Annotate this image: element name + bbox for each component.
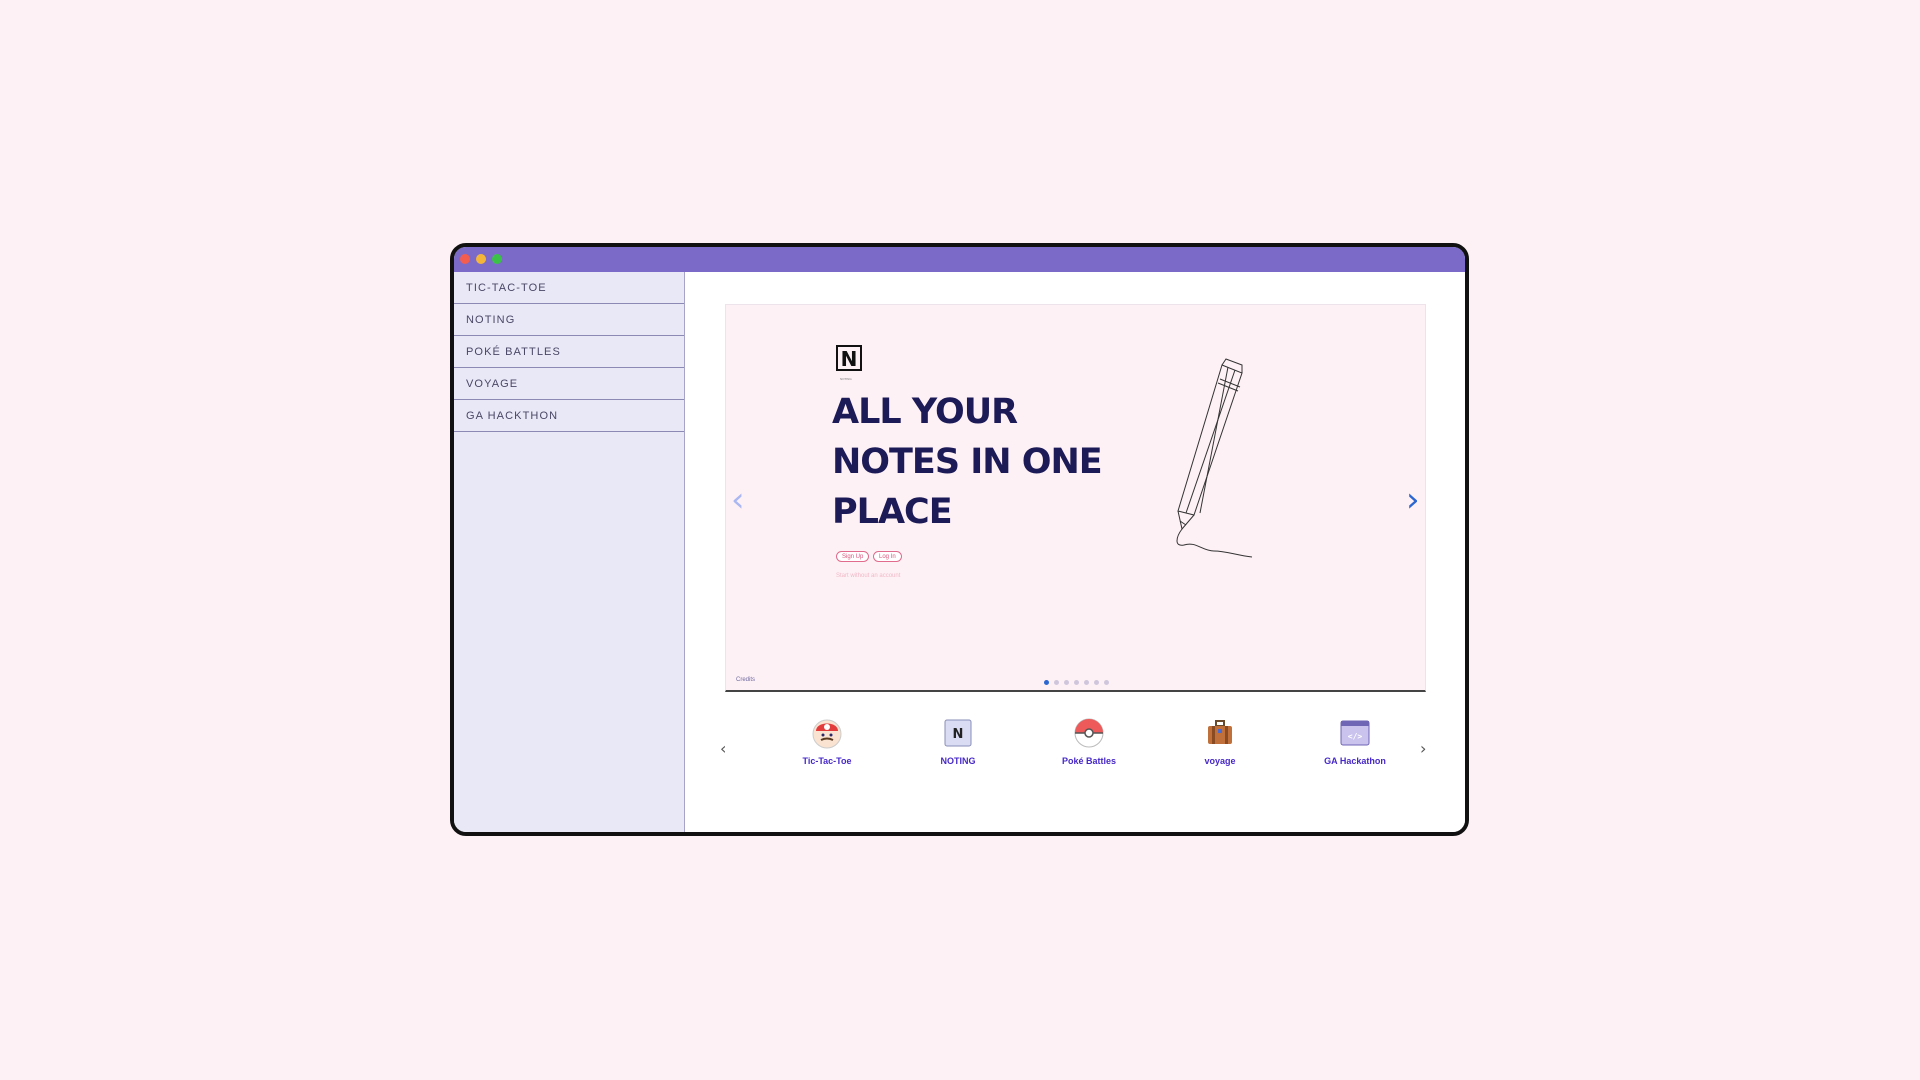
app-window: TIC-TAC-TOE NOTING POKÉ BATTLES VOYAGE G… — [450, 243, 1469, 836]
svg-text:</>: </> — [1348, 732, 1363, 741]
close-window-button[interactable] — [460, 254, 470, 264]
sign-up-button[interactable]: Sign Up — [836, 551, 870, 562]
maximize-window-button[interactable] — [492, 254, 502, 264]
carousel-next-arrow-icon[interactable]: › — [1406, 483, 1420, 517]
noting-n-icon: N — [944, 719, 972, 747]
project-voyage[interactable]: voyage — [1178, 717, 1262, 767]
strip-next-arrow-icon[interactable]: › — [1420, 739, 1426, 758]
pencil-sketch-icon — [1176, 358, 1253, 558]
carousel-indicator-dot[interactable] — [1084, 680, 1089, 685]
credits-link[interactable]: Credits — [736, 677, 755, 683]
sidebar-item-voyage[interactable]: VOYAGE — [454, 368, 684, 400]
project-label: Tic-Tac-Toe — [802, 756, 852, 766]
hero-carousel: N NOTING ALL YOUR NOTES IN ONE PLACE Sig… — [725, 304, 1426, 692]
project-label: NOTING — [940, 756, 976, 766]
project-noting[interactable]: N NOTING — [916, 717, 1000, 767]
title-bar — [454, 247, 1465, 272]
project-label: voyage — [1204, 756, 1236, 766]
minimize-window-button[interactable] — [476, 254, 486, 264]
carousel-indicator-dot[interactable] — [1044, 680, 1049, 685]
main-content: N NOTING ALL YOUR NOTES IN ONE PLACE Sig… — [685, 272, 1465, 832]
carousel-indicator-dot[interactable] — [1104, 680, 1109, 685]
mario-icon — [812, 719, 842, 749]
project-tic-tac-toe[interactable]: Tic-Tac-Toe — [785, 717, 869, 767]
carousel-indicator-dot[interactable] — [1094, 680, 1099, 685]
pokeball-icon — [1074, 718, 1104, 748]
carousel-indicator-dot[interactable] — [1054, 680, 1059, 685]
hero-headline: ALL YOUR NOTES IN ONE PLACE — [832, 392, 1103, 532]
sidebar-item-tic-tac-toe[interactable]: TIC-TAC-TOE — [454, 272, 684, 304]
project-label: GA Hackathon — [1324, 756, 1386, 766]
strip-prev-arrow-icon[interactable]: ‹ — [720, 739, 726, 758]
sidebar-item-noting[interactable]: NOTING — [454, 304, 684, 336]
sidebar-item-poke-battles[interactable]: POKÉ BATTLES — [454, 336, 684, 368]
code-window-icon: </> — [1340, 720, 1370, 746]
carousel-indicators — [1044, 680, 1114, 686]
carousel-indicator-dot[interactable] — [1064, 680, 1069, 685]
project-label: Poké Battles — [1061, 756, 1117, 766]
project-strip: ‹ Tic-Tac-Toe N NOTING Poké Battles voya… — [685, 717, 1465, 807]
start-without-account-link[interactable]: Start without an account — [836, 573, 900, 579]
sidebar-item-ga-hackthon[interactable]: GA HACKTHON — [454, 400, 684, 432]
carousel-prev-arrow-icon[interactable]: ‹ — [731, 483, 745, 517]
sidebar: TIC-TAC-TOE NOTING POKÉ BATTLES VOYAGE G… — [454, 272, 685, 832]
project-ga-hackathon[interactable]: </> GA Hackathon — [1313, 717, 1397, 767]
logo-caption: NOTING — [840, 377, 852, 381]
noting-logo-icon: N — [836, 345, 862, 371]
carousel-indicator-dot[interactable] — [1074, 680, 1079, 685]
log-in-button[interactable]: Log In — [873, 551, 902, 562]
project-poke-battles[interactable]: Poké Battles — [1047, 717, 1131, 767]
suitcase-icon — [1208, 720, 1232, 744]
svg-text:N: N — [953, 727, 964, 742]
